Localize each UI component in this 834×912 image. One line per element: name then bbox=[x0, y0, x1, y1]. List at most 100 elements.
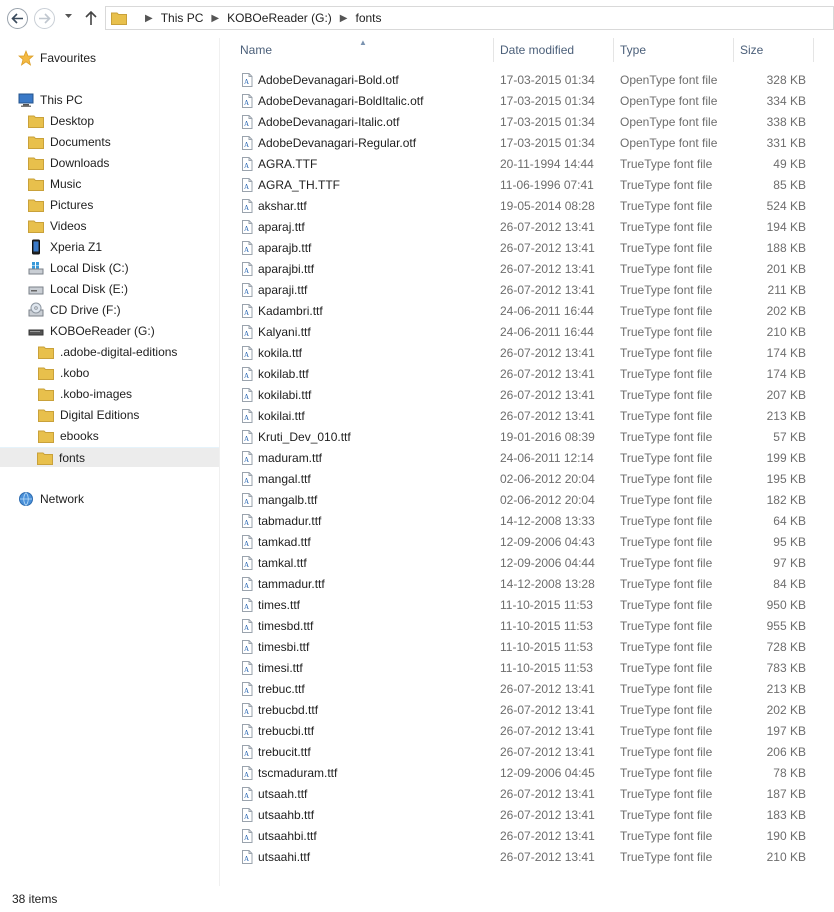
file-row[interactable]: A Kadambri.ttf 24-06-2011 16:44 TrueType fo… bbox=[237, 300, 819, 321]
file-row[interactable]: Akokila.ttf 26-07-2012 13:41 TrueType font… bbox=[237, 342, 819, 363]
nav-item-pictures[interactable]: Pictures bbox=[28, 195, 93, 215]
file-row[interactable]: Atabmadur.ttf 14-12-2008 13:33 TrueType fo… bbox=[237, 510, 819, 531]
file-row[interactable]: Autsaahb.ttf 26-07-2012 13:41 TrueType fon… bbox=[237, 804, 819, 825]
file-row[interactable]: Autsaahbi.ttf 26-07-2012 13:41 TrueType fo… bbox=[237, 825, 819, 846]
file-row[interactable]: Atimesi.ttf 11-10-2015 11:53 TrueType font… bbox=[237, 657, 819, 678]
nav-item-downloads[interactable]: Downloads bbox=[28, 153, 109, 173]
file-row[interactable]: Atimesbi.ttf 11-10-2015 11:53 TrueType fon… bbox=[237, 636, 819, 657]
navigation-pane: Favourites This PC Desktop Documents Downl… bbox=[0, 38, 220, 886]
file-row[interactable]: A AdobeDevanagari-Bold.otf 17-03-2015 01:3… bbox=[237, 69, 819, 90]
column-header-name[interactable]: Name bbox=[240, 38, 272, 62]
font-file-icon: A bbox=[240, 282, 254, 297]
file-size: 174 KB bbox=[766, 345, 806, 360]
file-row[interactable]: Atscmaduram.ttf 12-09-2006 04:45 TrueType … bbox=[237, 762, 819, 783]
nav-this-pc[interactable]: This PC bbox=[18, 90, 83, 110]
nav-item-xperia-z1[interactable]: Xperia Z1 bbox=[28, 237, 102, 257]
file-row[interactable]: Autsaahi.ttf 26-07-2012 13:41 TrueType fon… bbox=[237, 846, 819, 867]
nav-folder-fonts[interactable]: fonts bbox=[0, 447, 219, 467]
nav-network[interactable]: Network bbox=[18, 489, 84, 509]
font-file-icon: A bbox=[240, 387, 254, 402]
breadcrumb-separator-icon[interactable]: ▶ bbox=[340, 13, 348, 24]
nav-folder-kobo-images[interactable]: .kobo-images bbox=[38, 384, 132, 404]
column-divider[interactable] bbox=[613, 38, 614, 62]
file-row[interactable]: Atrebucit.ttf 26-07-2012 13:41 TrueType fo… bbox=[237, 741, 819, 762]
nav-item-koboereader-g[interactable]: KOBOeReader (G:) bbox=[28, 321, 155, 341]
forward-button[interactable] bbox=[34, 8, 55, 29]
recent-locations-dropdown-icon[interactable] bbox=[64, 13, 73, 19]
file-row[interactable]: Atammadur.ttf 14-12-2008 13:28 TrueType fo… bbox=[237, 573, 819, 594]
column-header-type[interactable]: Type bbox=[620, 38, 646, 62]
nav-item-desktop[interactable]: Desktop bbox=[28, 111, 94, 131]
nav-folder-ebooks[interactable]: ebooks bbox=[38, 426, 99, 446]
file-row[interactable]: Akokilai.ttf 26-07-2012 13:41 TrueType fon… bbox=[237, 405, 819, 426]
file-size: 213 KB bbox=[766, 681, 806, 696]
file-type: TrueType font file bbox=[620, 156, 713, 171]
nav-item-cd-drive-f[interactable]: CD Drive (F:) bbox=[28, 300, 121, 320]
file-row[interactable]: A Kruti_Dev_010.ttf 19-01-2016 08:39 TrueTy… bbox=[237, 426, 819, 447]
address-bar[interactable]: ▶ This PC ▶ KOBOeReader (G:) ▶ fonts bbox=[105, 6, 834, 30]
file-row[interactable]: Autsaah.ttf 26-07-2012 13:41 TrueType font… bbox=[237, 783, 819, 804]
breadcrumb-this-pc[interactable]: This PC bbox=[161, 11, 204, 25]
file-row[interactable]: Atrebucbi.ttf 26-07-2012 13:41 TrueType fo… bbox=[237, 720, 819, 741]
column-divider[interactable] bbox=[813, 38, 814, 62]
nav-item-documents[interactable]: Documents bbox=[28, 132, 111, 152]
file-size: 95 KB bbox=[773, 534, 806, 549]
file-type: TrueType font file bbox=[620, 324, 713, 339]
breadcrumb-separator-icon[interactable]: ▶ bbox=[211, 13, 219, 24]
file-row[interactable]: Akokilab.ttf 26-07-2012 13:41 TrueType fon… bbox=[237, 363, 819, 384]
nav-item-music[interactable]: Music bbox=[28, 174, 81, 194]
file-date: 26-07-2012 13:41 bbox=[500, 786, 595, 801]
nav-folder-adobe-digital-editions[interactable]: .adobe-digital-editions bbox=[38, 342, 177, 362]
file-name: Kadambri.ttf bbox=[258, 303, 323, 318]
file-row[interactable]: Atrebuc.ttf 26-07-2012 13:41 TrueType font… bbox=[237, 678, 819, 699]
nav-folder-digital-editions[interactable]: Digital Editions bbox=[38, 405, 139, 425]
nav-item-local-disk-e[interactable]: Local Disk (E:) bbox=[28, 279, 128, 299]
svg-text:A: A bbox=[244, 855, 249, 863]
column-header-size[interactable]: Size bbox=[740, 38, 763, 62]
file-row[interactable]: Aakshar.ttf 19-05-2014 08:28 TrueType font… bbox=[237, 195, 819, 216]
file-row[interactable]: Aaparaji.ttf 26-07-2012 13:41 TrueType fon… bbox=[237, 279, 819, 300]
file-row[interactable]: A AdobeDevanagari-BoldItalic.otf 17-03-201… bbox=[237, 90, 819, 111]
file-row[interactable]: A AdobeDevanagari-Regular.otf 17-03-2015 0… bbox=[237, 132, 819, 153]
sort-ascending-icon: ▲ bbox=[359, 38, 367, 47]
file-row[interactable]: Amangal.ttf 02-06-2012 20:04 TrueType font… bbox=[237, 468, 819, 489]
file-row[interactable]: Amangalb.ttf 02-06-2012 20:04 TrueType fon… bbox=[237, 489, 819, 510]
file-row[interactable]: Atimesbd.ttf 11-10-2015 11:53 TrueType fon… bbox=[237, 615, 819, 636]
column-divider[interactable] bbox=[733, 38, 734, 62]
file-row[interactable]: Atimes.ttf 11-10-2015 11:53 TrueType font … bbox=[237, 594, 819, 615]
file-size: 201 KB bbox=[766, 261, 806, 276]
file-name: trebucbd.ttf bbox=[258, 702, 319, 717]
nav-favourites[interactable]: Favourites bbox=[18, 48, 96, 68]
file-row[interactable]: Aaparajb.ttf 26-07-2012 13:41 TrueType fon… bbox=[237, 237, 819, 258]
file-row[interactable]: A Kalyani.ttf 24-06-2011 16:44 TrueType fon… bbox=[237, 321, 819, 342]
file-name-cell: Atrebucbi.ttf bbox=[240, 723, 314, 738]
up-arrow-icon[interactable] bbox=[84, 10, 98, 26]
file-row[interactable]: A AdobeDevanagari-Italic.otf 17-03-2015 01… bbox=[237, 111, 819, 132]
item-count: 38 items bbox=[12, 892, 58, 906]
file-row[interactable]: Atrebucbd.ttf 26-07-2012 13:41 TrueType fo… bbox=[237, 699, 819, 720]
file-name-cell: A Kruti_Dev_010.ttf bbox=[240, 429, 351, 444]
nav-item-label: Local Disk (E:) bbox=[50, 282, 129, 296]
file-row[interactable]: Atamkal.ttf 12-09-2006 04:44 TrueType font… bbox=[237, 552, 819, 573]
nav-item-local-disk-c[interactable]: Local Disk (C:) bbox=[28, 258, 129, 278]
breadcrumb-fonts[interactable]: fonts bbox=[356, 11, 382, 25]
nav-item-videos[interactable]: Videos bbox=[28, 216, 86, 236]
file-row[interactable]: Akokilabi.ttf 26-07-2012 13:41 TrueType fo… bbox=[237, 384, 819, 405]
file-row[interactable]: Amaduram.ttf 24-06-2011 12:14 TrueType fon… bbox=[237, 447, 819, 468]
column-divider[interactable] bbox=[493, 38, 494, 62]
file-size: 211 KB bbox=[767, 282, 806, 297]
file-size: 57 KB bbox=[773, 429, 806, 444]
file-size: 338 KB bbox=[766, 114, 806, 129]
back-button[interactable] bbox=[7, 8, 28, 29]
column-header-date[interactable]: Date modified bbox=[500, 38, 574, 62]
nav-folder-kobo[interactable]: .kobo bbox=[38, 363, 89, 383]
breadcrumb-separator-icon[interactable]: ▶ bbox=[145, 13, 153, 24]
file-row[interactable]: Atamkad.ttf 12-09-2006 04:43 TrueType font… bbox=[237, 531, 819, 552]
file-type: TrueType font file bbox=[620, 282, 713, 297]
file-row[interactable]: A AGRA.TTF 20-11-1994 14:44 TrueType font f… bbox=[237, 153, 819, 174]
file-row[interactable]: Aaparaj.ttf 26-07-2012 13:41 TrueType font… bbox=[237, 216, 819, 237]
breadcrumb-koboereader[interactable]: KOBOeReader (G:) bbox=[227, 11, 332, 25]
file-row[interactable]: Aaparajbi.ttf 26-07-2012 13:41 TrueType fo… bbox=[237, 258, 819, 279]
file-row[interactable]: A AGRA_TH.TTF 11-06-1996 07:41 TrueType fon… bbox=[237, 174, 819, 195]
file-date: 19-01-2016 08:39 bbox=[500, 429, 595, 444]
